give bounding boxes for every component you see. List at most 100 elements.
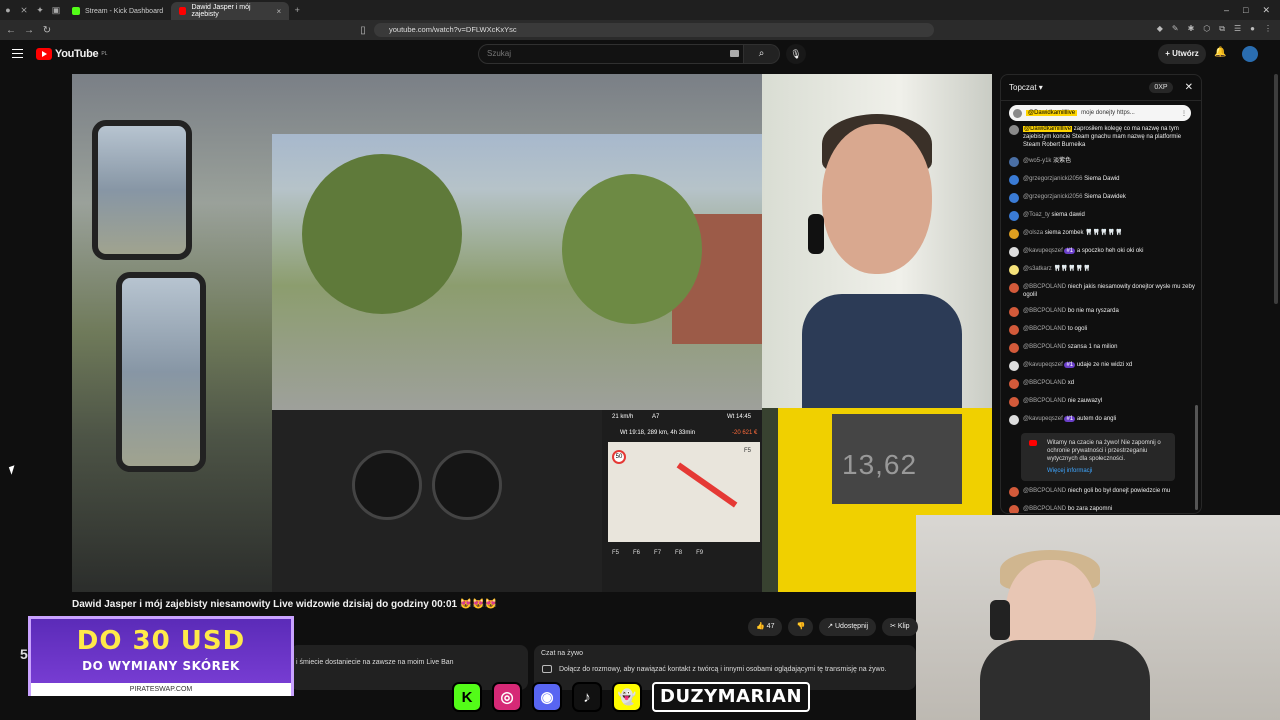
tab-youtube-video[interactable]: Dawid Jasper i mój zajebisty × <box>171 2 290 20</box>
extension-icon[interactable]: ◆ <box>1157 24 1163 34</box>
chat-message[interactable]: @s3atkarz 🦷🦷🦷🦷🦷 <box>1009 265 1195 275</box>
message-text: siema zombek 🦷🦷🦷🦷🦷 <box>1044 230 1123 236</box>
notifications-bell-icon[interactable]: 🔔 <box>1214 47 1226 58</box>
youtube-play-icon <box>36 48 52 60</box>
hamburger-menu-icon[interactable] <box>12 49 23 58</box>
close-window-icon[interactable]: ✕ <box>1262 5 1270 16</box>
avatar <box>1009 125 1019 135</box>
close-chat-icon[interactable]: ✕ <box>1185 82 1193 93</box>
new-tab-icon[interactable]: + <box>289 0 305 20</box>
message-text: Siema Dawidek <box>1084 194 1126 200</box>
message-body: @olsza siema zombek 🦷🦷🦷🦷🦷 <box>1023 229 1122 237</box>
message-author: @BBCPOLAND <box>1023 488 1067 494</box>
url-field[interactable]: youtube.com/watch?v=DFLWXcKxYsc <box>374 23 934 37</box>
extension-icon[interactable]: ✎ <box>1172 24 1179 34</box>
video-actions: 👍 47 👎 ↗ Udostępnij ✂ Klip <box>748 618 918 636</box>
browser-menu-icon[interactable]: ● <box>0 0 16 20</box>
message-author: @BBCPOLAND <box>1023 308 1067 314</box>
chat-message[interactable]: @BBCPOLAND niech goli bo był donejt powi… <box>1009 487 1195 497</box>
thumbs-down-icon: 👎 <box>796 623 806 630</box>
tab-kick-dashboard[interactable]: Stream - Kick Dashboard <box>64 2 171 20</box>
clip-button[interactable]: ✂ Klip <box>882 618 918 636</box>
chat-message[interactable]: @grzegorzjanicki2056 Siema Dawid <box>1009 175 1195 185</box>
minimize-icon[interactable]: – <box>1224 5 1229 16</box>
tree <box>302 154 462 314</box>
chat-message[interactable]: @BBCPOLAND bo nie ma ryszarda <box>1009 307 1195 317</box>
street-view <box>272 134 842 410</box>
create-button[interactable]: + Utwórz <box>1158 44 1206 64</box>
chat-message[interactable]: @wo5-y1k 淡紫色 <box>1009 157 1195 167</box>
forward-icon[interactable]: → <box>22 25 36 36</box>
chat-message[interactable]: @BBCPOLAND szansa 1 na milion <box>1009 343 1195 353</box>
avatar <box>1009 265 1019 275</box>
streamer-face <box>822 124 932 274</box>
chat-guidelines-notice: Witamy na czacie na żywo! Nie zapomnij o… <box>1021 433 1175 481</box>
profile-icon[interactable]: ● <box>1250 24 1255 34</box>
chat-mode-dropdown[interactable]: Topczat ▾ <box>1009 83 1043 92</box>
avatar <box>1009 247 1019 257</box>
maximize-icon[interactable]: □ <box>1243 5 1248 16</box>
kick-favicon-icon <box>72 7 80 15</box>
gps-f5-label: F5 <box>744 448 752 454</box>
like-button[interactable]: 👍 47 <box>748 618 783 636</box>
close-tab-icon[interactable]: × <box>277 7 282 16</box>
message-body: @BBCPOLAND bo nie ma ryszarda <box>1023 307 1119 315</box>
chat-message[interactable]: @olsza siema zombek 🦷🦷🦷🦷🦷 <box>1009 229 1195 239</box>
bookmark-icon[interactable]: ▯ <box>356 25 370 36</box>
reload-icon[interactable]: ↻ <box>40 25 54 36</box>
browser-extension-icon-3[interactable]: ▣ <box>48 0 64 20</box>
share-button[interactable]: ↗ Udostępnij <box>819 618 877 636</box>
search-input[interactable]: Szukaj <box>478 44 744 64</box>
message-body: @BBCPOLAND nie zauwazyl <box>1023 397 1102 405</box>
voice-search-button[interactable]: 🎙 <box>786 44 806 64</box>
search-button[interactable]: ⌕ <box>744 44 780 64</box>
back-icon[interactable]: ← <box>4 25 18 36</box>
overlay-streamer-body <box>980 640 1150 720</box>
extension-icon[interactable]: ⧉ <box>1219 24 1225 34</box>
video-player[interactable]: 21 km/h A7 Wt 14:45 Wt 19:18, 289 km, 4h… <box>72 74 992 592</box>
chat-message[interactable]: @grzegorzjanicki2056 Siema Dawidek <box>1009 193 1195 203</box>
extension-icon[interactable]: ☰ <box>1234 24 1241 34</box>
extension-icon[interactable]: ✱ <box>1188 24 1195 34</box>
account-avatar[interactable] <box>1242 46 1258 62</box>
avatar <box>1009 487 1019 497</box>
message-text: 🦷🦷🦷🦷🦷 <box>1053 266 1091 272</box>
message-text: xd <box>1067 380 1075 386</box>
chat-message[interactable]: @kavupeqszef #1 udaje ze nie widzi xd <box>1009 361 1195 371</box>
chat-messages: @Dawidkamilllive zaprosiłem kolegę co ma… <box>1001 123 1201 513</box>
logo-region: PL <box>101 51 108 57</box>
fkey: F7 <box>654 550 662 556</box>
browser-extension-icon[interactable]: ⨯ <box>16 0 32 20</box>
chat-scrollbar[interactable] <box>1195 405 1198 510</box>
pinned-message[interactable]: @Dawidkamilllive moje donejty https... ⋮ <box>1009 105 1191 121</box>
more-info-link[interactable]: Więcej informacji <box>1027 467 1169 475</box>
chat-message[interactable]: @kavupeqszef #1 a spoczko heh oki oki ok… <box>1009 247 1195 257</box>
like-count: 47 <box>766 623 775 630</box>
avatar <box>1009 307 1019 317</box>
message-author: @kavupeqszef <box>1023 416 1063 422</box>
pinned-menu-icon[interactable]: ⋮ <box>1181 110 1187 117</box>
chat-message[interactable]: @Dawidkamilllive zaprosiłem kolegę co ma… <box>1009 125 1195 149</box>
page-scrollbar[interactable] <box>1274 74 1278 304</box>
mouse-cursor-icon <box>8 465 18 475</box>
youtube-logo[interactable]: YouTube PL <box>36 48 107 60</box>
dislike-button[interactable]: 👎 <box>788 618 814 636</box>
extension-icon[interactable]: ⬡ <box>1203 24 1210 34</box>
chat-message[interactable]: @BBCPOLAND to ogoli <box>1009 325 1195 335</box>
menu-icon[interactable]: ⋮ <box>1264 24 1272 34</box>
chat-message[interactable]: @kavupeqszef #1 autem do angli <box>1009 415 1195 425</box>
chat-message[interactable]: @BBCPOLAND bo zara zapomni <box>1009 505 1195 513</box>
chat-message[interactable]: @BBCPOLAND nie zauwazyl <box>1009 397 1195 407</box>
avatar <box>1009 361 1019 371</box>
chat-message[interactable]: @BBCPOLAND xd <box>1009 379 1195 389</box>
chat-message[interactable]: @Toaz_ty siema dawid <box>1009 211 1195 221</box>
tachometer <box>432 450 502 520</box>
member-badge: #1 <box>1064 248 1076 254</box>
message-text: 淡紫色 <box>1053 158 1072 164</box>
video-title: Dawid Jasper i mój zajebisty niesamowity… <box>72 599 498 610</box>
xp-badge[interactable]: 0XP <box>1149 82 1173 93</box>
browser-toolbar-icons: ◆ ✎ ✱ ⬡ ⧉ ☰ ● ⋮ <box>1157 24 1272 34</box>
chat-message[interactable]: @BBCPOLAND niech jakis niesamowity donej… <box>1009 283 1195 299</box>
keyboard-icon[interactable] <box>730 50 739 57</box>
browser-extension-icon-2[interactable]: ✦ <box>32 0 48 20</box>
